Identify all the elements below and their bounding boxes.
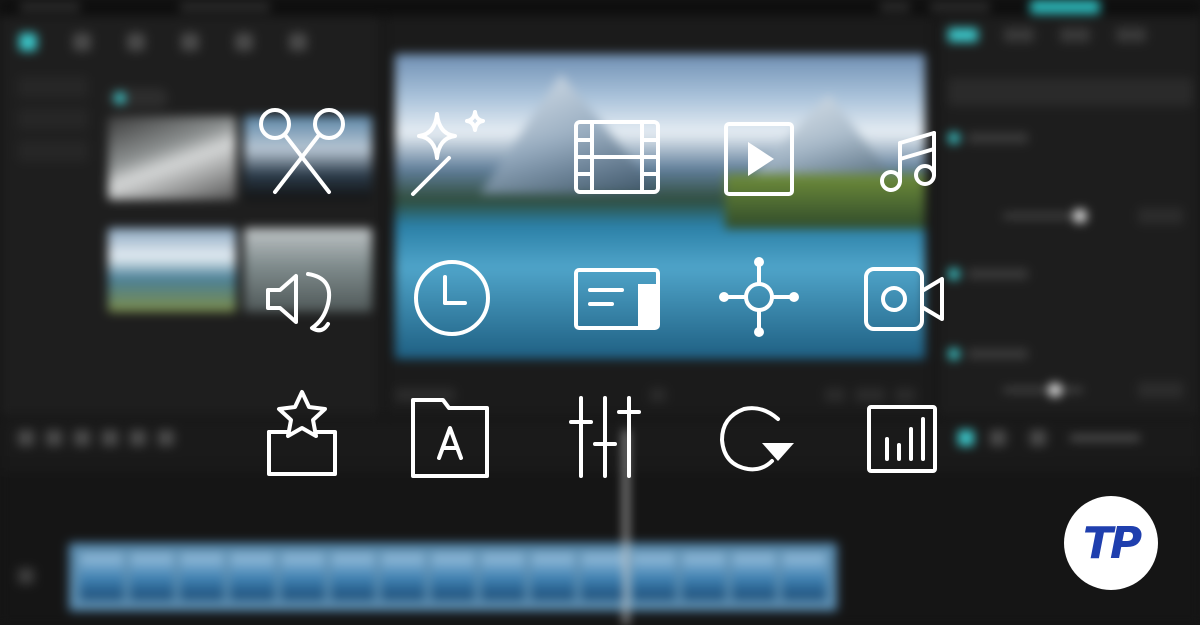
slider-knob[interactable]	[1073, 209, 1087, 223]
import-button[interactable]	[108, 88, 168, 108]
side-nav-item[interactable]	[18, 76, 88, 98]
clip-frame	[731, 554, 776, 600]
music-note-icon	[853, 105, 963, 215]
property-row[interactable]	[948, 206, 1193, 226]
tool-effects[interactable]	[226, 24, 262, 64]
top-bar	[0, 0, 1200, 16]
project-name	[180, 2, 270, 12]
sticker-icon	[181, 32, 199, 51]
player-panel	[385, 16, 933, 416]
magic-wand-icon	[397, 100, 507, 210]
property-value-box[interactable]	[1138, 382, 1183, 398]
clip-frame	[230, 554, 275, 600]
caption-text-icon	[562, 244, 672, 354]
properties-tabs	[948, 28, 1146, 42]
clip-frame	[581, 554, 626, 600]
media-icon	[19, 32, 37, 51]
brand-logo: TP	[1064, 496, 1158, 590]
scissors-icon	[247, 100, 357, 210]
film-strip-icon	[562, 102, 672, 212]
media-tools	[10, 24, 375, 72]
clip-frame	[681, 554, 726, 600]
property-slider[interactable]	[1003, 388, 1083, 392]
toolbar-button[interactable]	[46, 430, 62, 446]
effects-icon	[235, 32, 253, 51]
property-row[interactable]	[948, 128, 1193, 148]
properties-tab[interactable]	[948, 28, 978, 42]
toolbar-button[interactable]	[158, 430, 174, 446]
media-thumbnail[interactable]	[108, 116, 236, 200]
tool-transitions[interactable]	[280, 24, 316, 64]
tool-audio[interactable]	[64, 24, 100, 64]
property-value-box[interactable]	[1138, 208, 1183, 224]
toolbar-button[interactable]	[990, 430, 1006, 446]
properties-tab[interactable]	[1060, 28, 1090, 42]
toolbar-button[interactable]	[18, 430, 34, 446]
clip-frame	[430, 554, 476, 600]
star-export-icon	[247, 380, 357, 490]
toolbar-button[interactable]	[74, 430, 90, 446]
topbar-control[interactable]	[880, 2, 910, 12]
clip-frame	[80, 554, 125, 600]
media-panel	[0, 16, 380, 416]
media-side-nav	[18, 76, 88, 172]
tool-stickers[interactable]	[172, 24, 208, 64]
tool-text[interactable]	[118, 24, 154, 64]
clip-frame	[631, 554, 676, 600]
zoom-slider[interactable]	[1070, 435, 1140, 441]
slider-knob[interactable]	[1048, 383, 1062, 397]
toolbar-button[interactable]	[130, 430, 146, 446]
rotate-icon	[702, 385, 812, 495]
tool-media[interactable]	[10, 24, 46, 64]
play-icon	[704, 102, 814, 212]
clock-icon	[397, 243, 507, 353]
clip-frame	[130, 554, 175, 600]
bar-chart-icon	[847, 385, 957, 495]
track-icon	[18, 568, 34, 584]
transition-icon	[289, 32, 307, 51]
clip-frame	[380, 554, 425, 600]
clip-frame	[180, 554, 225, 600]
equalizer-sliders-icon	[555, 382, 665, 492]
properties-tab[interactable]	[1004, 28, 1034, 42]
text-folder-icon	[397, 382, 507, 492]
player-title	[385, 16, 933, 50]
topbar-control[interactable]	[930, 2, 990, 12]
properties-tab[interactable]	[1116, 28, 1146, 42]
toolbar-button[interactable]	[958, 430, 974, 446]
side-nav-item[interactable]	[18, 140, 88, 162]
text-icon	[127, 32, 145, 51]
export-button[interactable]	[1030, 0, 1100, 14]
logo-text: TP	[1082, 517, 1142, 569]
audio-icon	[73, 32, 91, 51]
audio-speaker-icon	[246, 244, 356, 354]
side-nav-item[interactable]	[18, 108, 88, 130]
clip-frame	[481, 554, 526, 600]
video-camera-icon	[848, 243, 958, 353]
app-menu[interactable]	[20, 2, 80, 12]
keyframe-node-icon	[704, 242, 814, 352]
toolbar-button[interactable]	[1030, 430, 1046, 446]
property-label	[968, 349, 1028, 359]
clip-frame	[781, 554, 827, 600]
clip-frame	[531, 554, 576, 600]
player-control[interactable]	[825, 388, 845, 402]
property-row[interactable]	[948, 344, 1193, 364]
property-row[interactable]	[948, 380, 1193, 400]
media-thumbnail[interactable]	[108, 228, 236, 312]
property-row[interactable]	[948, 264, 1193, 284]
property-label	[968, 133, 1028, 143]
video-clip[interactable]	[68, 542, 838, 612]
toolbar-button[interactable]	[102, 430, 118, 446]
properties-panel	[938, 16, 1200, 416]
property-label	[968, 269, 1028, 279]
property-slider[interactable]	[1003, 214, 1083, 218]
properties-subtabs[interactable]	[948, 78, 1193, 106]
clip-frame	[330, 554, 375, 600]
clip-frame	[280, 554, 325, 600]
